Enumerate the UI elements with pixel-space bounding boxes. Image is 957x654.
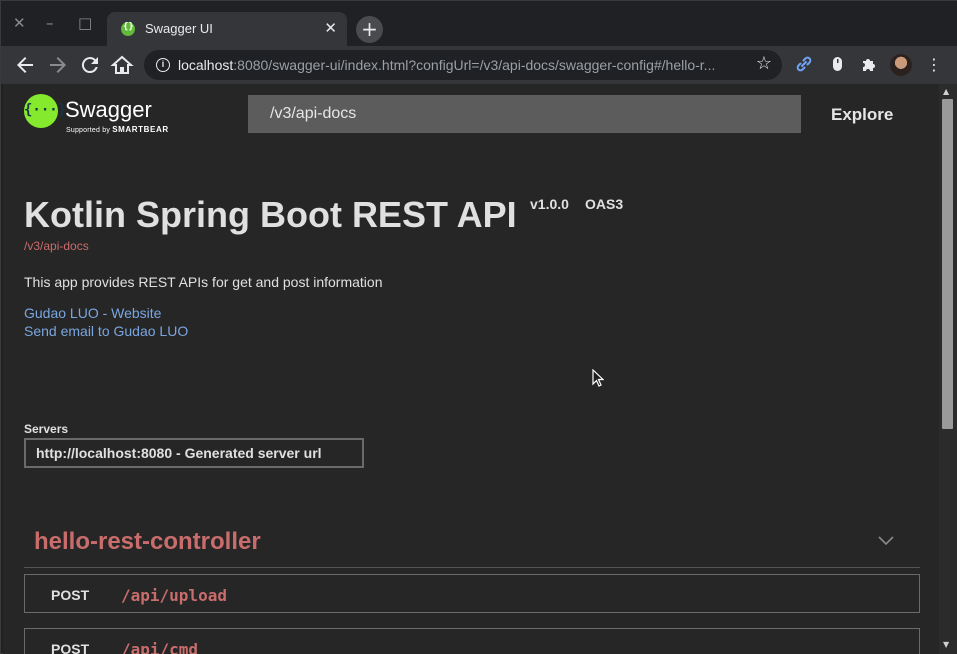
window-maximize-icon[interactable]: □ <box>78 15 92 31</box>
http-method: POST <box>51 587 90 603</box>
forward-icon[interactable] <box>46 53 70 77</box>
browser-toolbar: i localhost:8080/swagger-ui/index.html?c… <box>1 46 957 84</box>
hello-rest-controller-section[interactable]: hello-rest-controller <box>24 520 920 568</box>
spec-url-input[interactable]: /v3/api-docs <box>248 95 801 133</box>
chevron-down-icon[interactable] <box>878 533 894 549</box>
operation-post-cmd[interactable]: POST /api/cmd <box>24 628 920 654</box>
api-description: This app provides REST APIs for get and … <box>24 274 383 290</box>
new-tab-button[interactable]: + <box>356 16 383 43</box>
version-badge: v1.0.0 <box>530 196 569 212</box>
api-docs-link[interactable]: /v3/api-docs <box>24 239 89 253</box>
swagger-logo-icon[interactable]: {···} <box>24 94 66 128</box>
window-close-icon[interactable]: ✕ <box>13 15 26 31</box>
swagger-favicon-icon <box>121 22 135 36</box>
tab-title: Swagger UI <box>145 21 213 36</box>
operation-path: /api/upload <box>121 586 227 605</box>
swagger-topbar: {···} Swagger Supported by SMARTBEAR /v3… <box>3 84 939 144</box>
link-extension-icon[interactable] <box>793 54 815 76</box>
profile-avatar[interactable] <box>890 54 912 76</box>
extensions-puzzle-icon[interactable] <box>858 54 880 76</box>
reload-icon[interactable] <box>78 53 102 77</box>
http-method: POST <box>51 641 90 654</box>
site-info-icon[interactable]: i <box>156 58 170 72</box>
mouse-extension-icon[interactable] <box>826 54 848 76</box>
mouse-cursor-icon <box>592 369 604 387</box>
oas-badge: OAS3 <box>585 196 624 212</box>
api-title: Kotlin Spring Boot REST API <box>24 194 517 235</box>
operation-path: /api/cmd <box>121 640 199 654</box>
tab-close-icon[interactable]: ✕ <box>324 19 337 37</box>
scrollbar-thumb[interactable] <box>942 99 953 429</box>
page-viewport: {···} Swagger Supported by SMARTBEAR /v3… <box>3 84 939 654</box>
servers-label: Servers <box>24 422 69 436</box>
back-icon[interactable] <box>13 53 37 77</box>
website-link[interactable]: Gudao LUO - Website <box>24 305 161 321</box>
tab-swagger-ui[interactable]: Swagger UI ✕ <box>107 12 347 46</box>
tab-strip: ✕ – □ Swagger UI ✕ + <box>1 1 957 46</box>
browser-window: ✕ – □ Swagger UI ✕ + i localhost:8080/sw… <box>0 0 957 654</box>
swagger-logo-text[interactable]: Swagger <box>65 97 152 123</box>
bookmark-star-icon[interactable]: ☆ <box>756 53 772 74</box>
page-scrollbar[interactable]: ▲ ▼ <box>939 84 957 654</box>
home-icon[interactable] <box>110 53 134 77</box>
swagger-logo-subtitle: Supported by SMARTBEAR <box>66 125 169 134</box>
operation-post-upload[interactable]: POST /api/upload <box>24 574 920 613</box>
menu-kebab-icon[interactable]: ⋮ <box>923 54 945 76</box>
url-text[interactable]: localhost:8080/swagger-ui/index.html?con… <box>178 57 715 73</box>
servers-select[interactable]: http://localhost:8080 - Generated server… <box>24 438 364 468</box>
window-minimize-icon[interactable]: – <box>46 15 54 31</box>
email-link[interactable]: Send email to Gudao LUO <box>24 323 188 339</box>
address-bar[interactable]: i localhost:8080/swagger-ui/index.html?c… <box>144 50 782 80</box>
section-title[interactable]: hello-rest-controller <box>34 528 261 556</box>
scroll-up-arrow-icon[interactable]: ▲ <box>943 87 949 96</box>
explore-button[interactable]: Explore <box>831 105 893 125</box>
scroll-down-arrow-icon[interactable]: ▼ <box>943 640 949 649</box>
